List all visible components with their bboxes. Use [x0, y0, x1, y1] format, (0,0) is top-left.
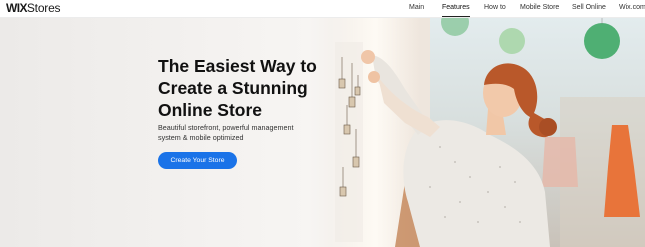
create-your-store-button[interactable]: Create Your Store: [158, 152, 237, 169]
nav-item-sell-online[interactable]: Sell Online: [572, 3, 606, 13]
hero-section: The Easiest Way to Create a Stunning Onl…: [0, 17, 645, 247]
hair-bun: [539, 118, 557, 136]
nav-item-wix-com[interactable]: Wix.com: [619, 3, 645, 13]
green-lantern-2: [499, 28, 525, 54]
green-lantern-3: [584, 23, 620, 59]
nav-item-main[interactable]: Main: [409, 3, 424, 13]
logo-brand: WIX: [6, 1, 27, 15]
hero-photo: [335, 17, 645, 247]
hero-subtext: Beautiful storefront, powerful managemen…: [158, 123, 294, 142]
wix-stores-logo[interactable]: WIXStores: [6, 1, 61, 15]
nav-item-mobile-store[interactable]: Mobile Store: [520, 3, 559, 13]
nav-item-features[interactable]: Features: [442, 3, 470, 17]
woman-hand-1: [361, 50, 375, 64]
hero-headline: The Easiest Way to Create a Stunning Onl…: [158, 56, 317, 120]
woman-hand-2: [368, 71, 380, 83]
green-lantern-1: [441, 17, 469, 36]
woman-body: [403, 120, 550, 247]
top-navigation-bar: WIXStores Main Features How to Mobile St…: [0, 0, 645, 18]
nav-item-how-to[interactable]: How to: [484, 3, 506, 13]
pink-top: [542, 137, 578, 187]
logo-product: Stores: [26, 1, 61, 15]
